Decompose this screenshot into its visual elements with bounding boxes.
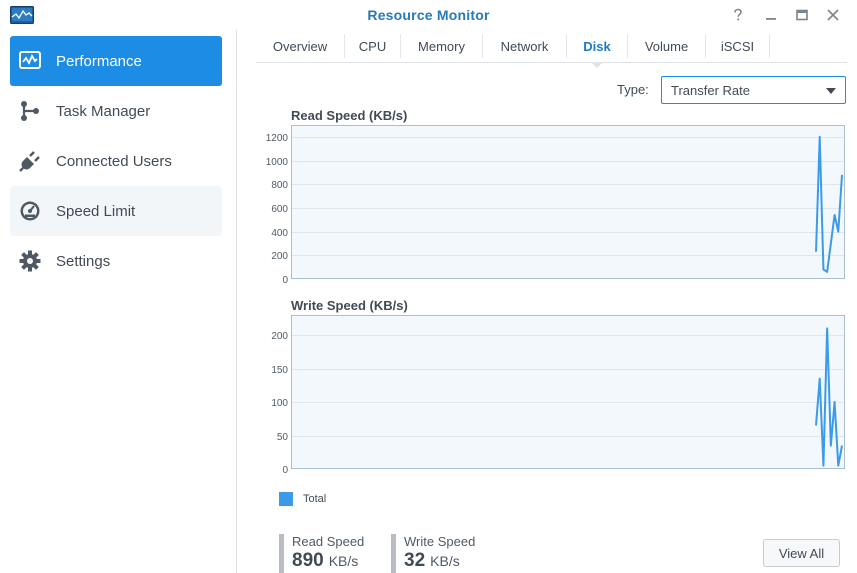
sidebar-item-speed-limit[interactable]: Speed Limit — [10, 186, 222, 236]
read-chart-y-tick-label: 1000 — [266, 157, 289, 168]
sidebar-item-performance[interactable]: Performance — [10, 36, 222, 86]
tab-memory[interactable]: Memory — [401, 30, 482, 62]
sidebar-item-settings[interactable]: Settings — [10, 236, 222, 286]
close-button[interactable] — [824, 6, 842, 24]
maximize-icon — [796, 9, 808, 21]
tab-overview[interactable]: Overview — [256, 30, 344, 62]
read-chart-title: Read Speed (KB/s) — [291, 108, 408, 123]
sidebar-item-task-manager[interactable]: Task Manager — [10, 86, 222, 136]
read-chart-y-tick-label: 400 — [271, 228, 288, 239]
legend-swatch-total — [279, 492, 293, 506]
read-speed-stat: Read Speed 890 KB/s — [279, 534, 364, 573]
legend-label-total: Total — [303, 493, 327, 505]
gear-icon — [18, 249, 42, 273]
read-chart-y-tick-label: 0 — [282, 275, 288, 285]
sidebar-divider — [236, 30, 237, 573]
type-dropdown-value: Transfer Rate — [671, 82, 750, 98]
read-chart-y-tick-label: 800 — [271, 180, 288, 191]
sidebar-item-label: Connected Users — [56, 152, 172, 170]
read-speed-unit: KB/s — [328, 553, 359, 569]
write-speed-stat: Write Speed 32 KB/s — [391, 534, 475, 573]
read-speed-value: 890 KB/s — [292, 550, 364, 572]
tab-separator — [769, 34, 770, 58]
write-speed-unit: KB/s — [430, 553, 460, 569]
tab-volume[interactable]: Volume — [628, 30, 705, 62]
sidebar: Performance Task Manager Connected Users — [0, 30, 236, 573]
help-icon — [734, 8, 742, 21]
sidebar-item-label: Speed Limit — [56, 202, 136, 220]
write-speed-chart: 0 50 100 150 200 — [271, 315, 845, 475]
tab-network[interactable]: Network — [483, 30, 566, 62]
task-manager-icon — [18, 99, 42, 123]
read-speed-number: 890 — [292, 550, 324, 571]
speed-limit-icon — [18, 199, 42, 223]
performance-icon — [18, 49, 42, 73]
write-chart-y-tick-label: 150 — [271, 365, 288, 376]
tab-disk[interactable]: Disk — [567, 30, 627, 62]
read-chart-y-tick-label: 600 — [271, 204, 288, 215]
write-chart-y-tick-label: 200 — [271, 331, 288, 342]
sidebar-item-label: Performance — [56, 52, 142, 70]
tab-cpu[interactable]: CPU — [345, 30, 400, 62]
chevron-down-icon — [826, 88, 836, 94]
close-icon — [827, 9, 839, 21]
help-button[interactable] — [729, 6, 747, 24]
sidebar-item-label: Settings — [56, 252, 111, 270]
write-chart-y-tick-label: 100 — [271, 398, 288, 409]
sidebar-item-label: Task Manager — [56, 102, 151, 120]
read-chart-y-tick-label: 1200 — [266, 133, 289, 144]
tab-iscsi[interactable]: iSCSI — [706, 30, 769, 62]
sidebar-item-connected-users[interactable]: Connected Users — [10, 136, 222, 186]
title-bar: Resource Monitor — [0, 0, 857, 30]
connected-users-icon — [18, 149, 42, 173]
minimize-button[interactable] — [762, 6, 780, 24]
read-speed-label: Read Speed — [292, 534, 365, 549]
write-speed-value: 32 KB/s — [404, 550, 475, 572]
view-all-button[interactable]: View All — [763, 539, 840, 567]
write-chart-plot-area — [291, 315, 845, 469]
write-chart-y-tick-label: 0 — [282, 465, 288, 475]
minimize-icon — [766, 18, 776, 20]
maximize-button[interactable] — [793, 6, 811, 24]
write-chart-title: Write Speed (KB/s) — [291, 298, 408, 313]
tab-bar: Overview CPU Memory Network Disk Volume … — [256, 30, 847, 68]
read-speed-chart: 0 200 400 600 800 1000 1200 — [266, 125, 845, 285]
read-chart-y-tick-label: 200 — [271, 251, 288, 262]
type-label: Type: — [617, 82, 649, 97]
write-chart-y-tick-label: 50 — [277, 432, 289, 443]
write-speed-label: Write Speed — [404, 534, 476, 549]
type-dropdown[interactable]: Transfer Rate — [661, 76, 846, 104]
write-speed-number: 32 — [404, 550, 426, 571]
active-tab-indicator — [591, 62, 603, 68]
